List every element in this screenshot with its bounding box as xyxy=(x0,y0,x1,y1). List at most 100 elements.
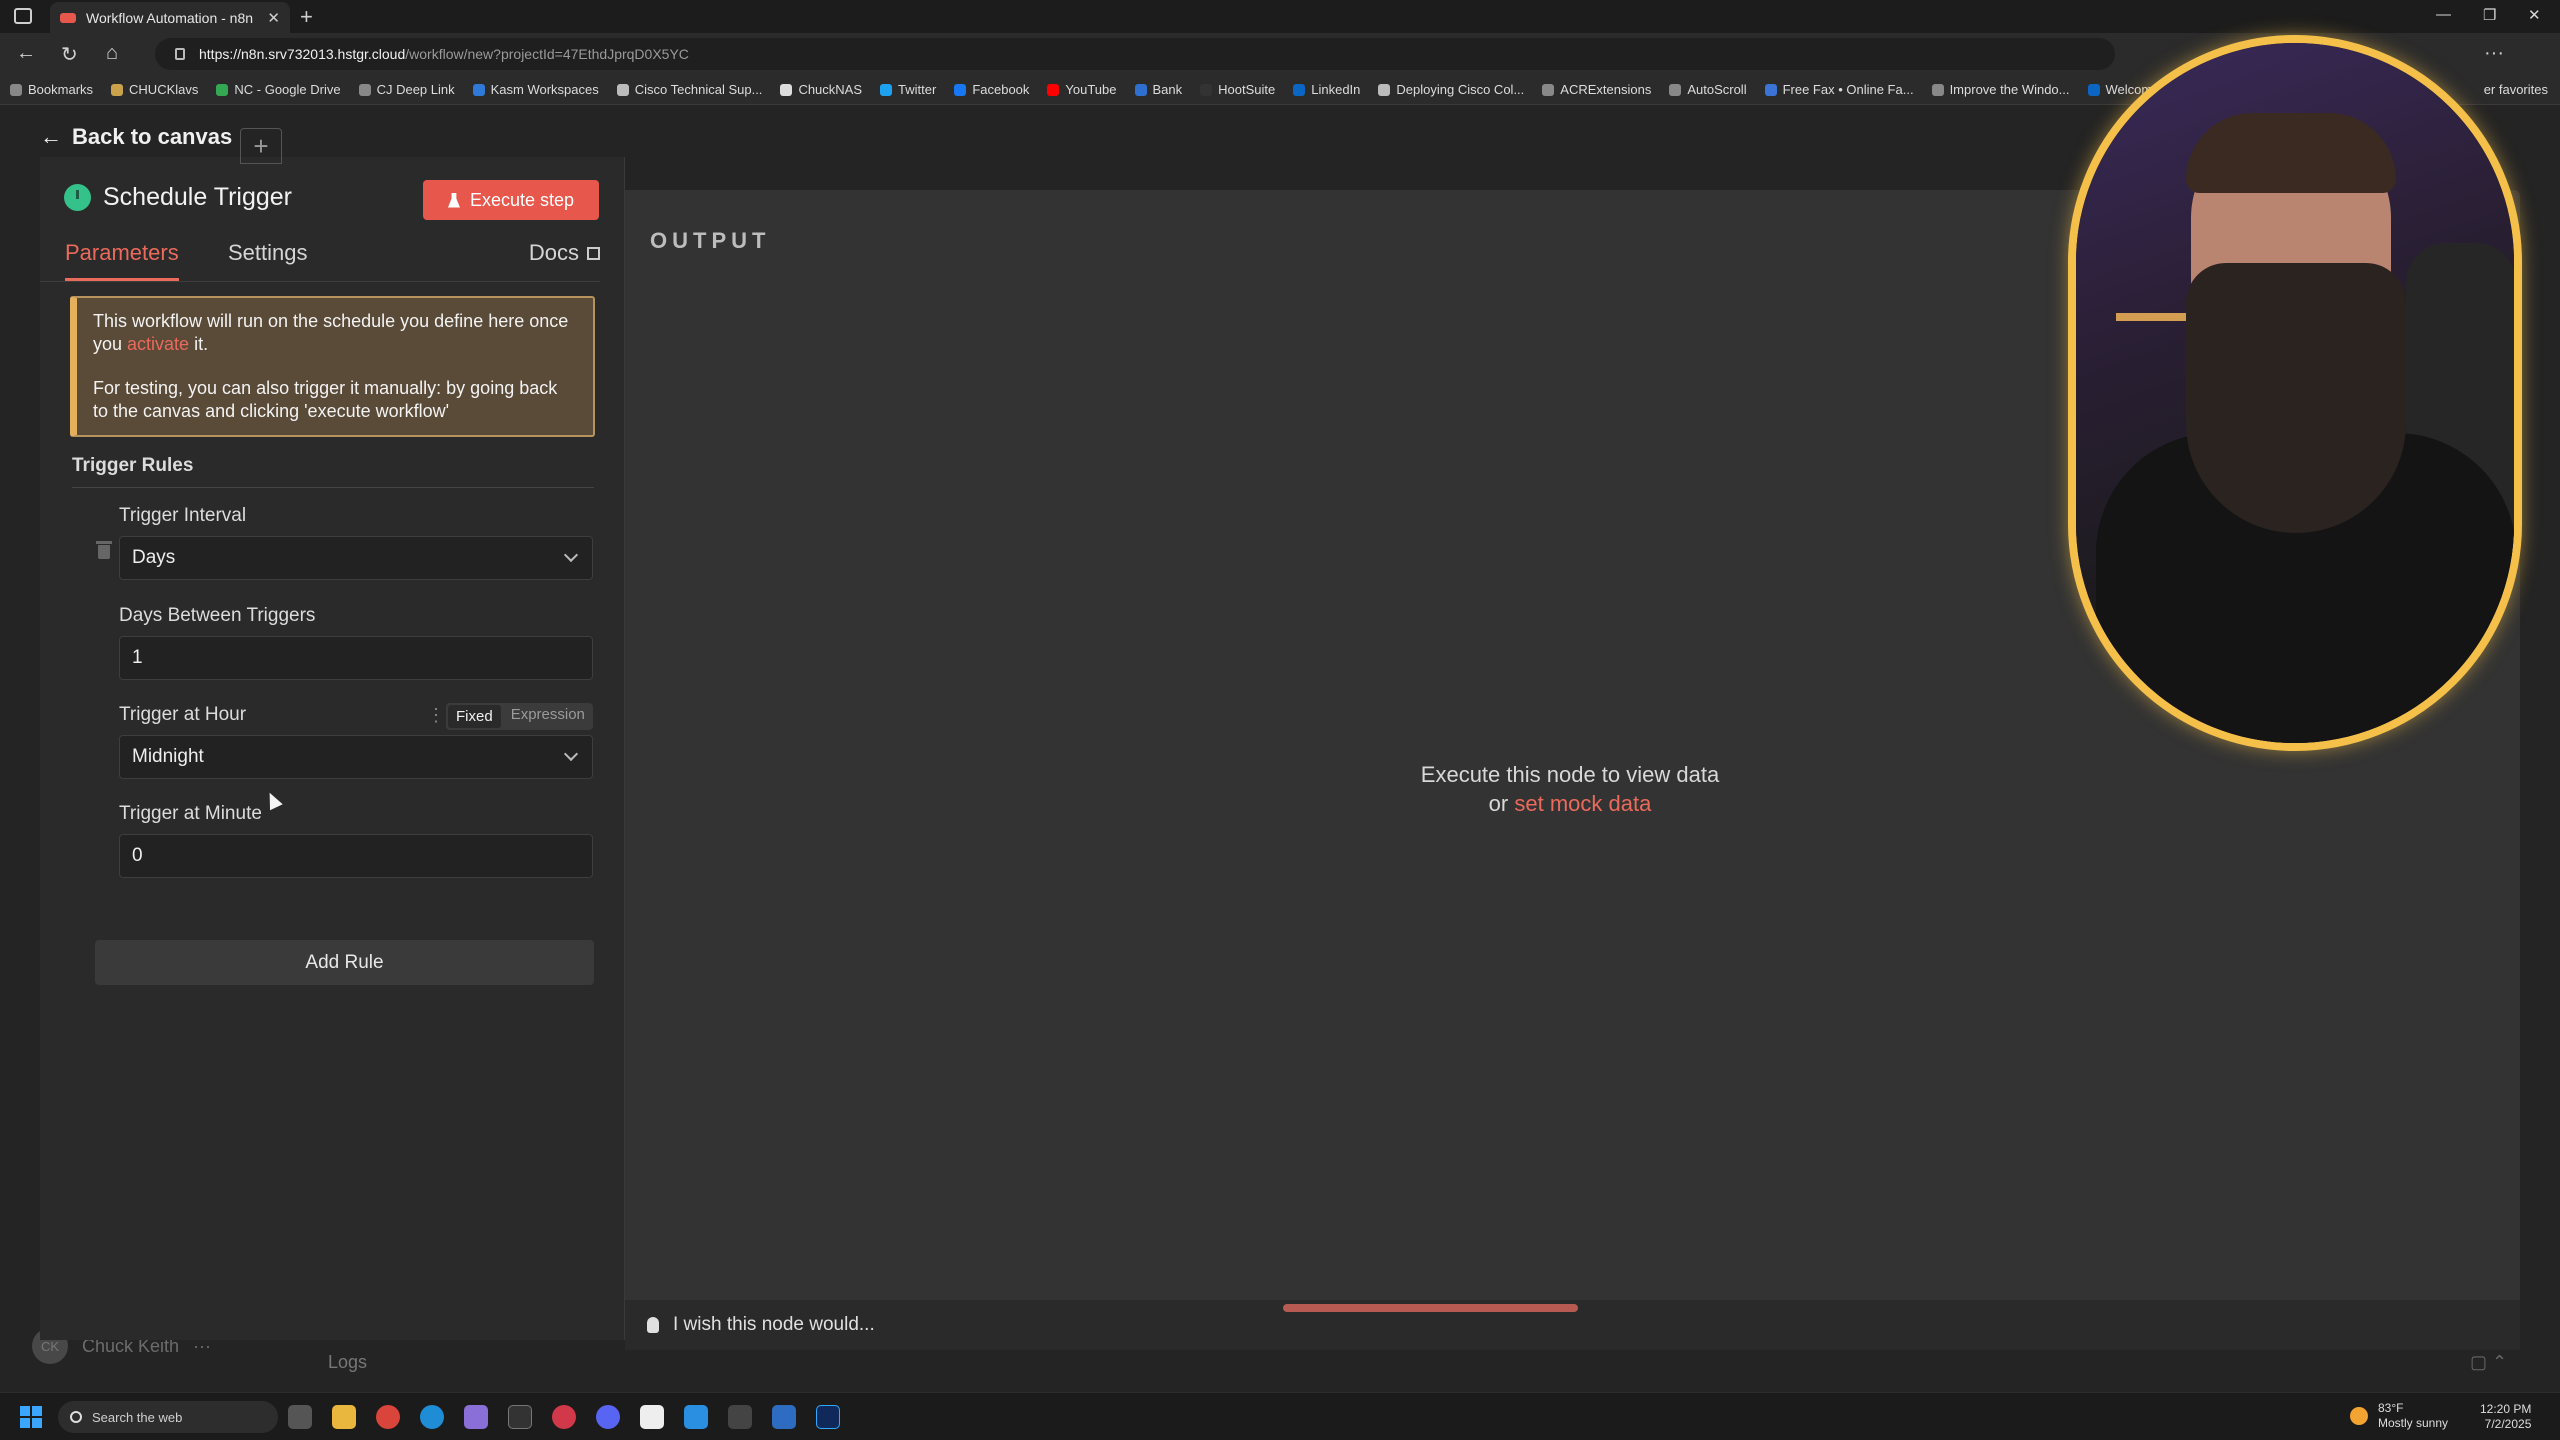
node-title[interactable]: Schedule Trigger xyxy=(103,183,292,212)
clock-icon xyxy=(64,184,91,211)
window-close-icon[interactable]: ✕ xyxy=(2528,6,2541,24)
trigger-interval-select[interactable]: Days xyxy=(119,536,593,580)
bookmark-item[interactable]: Bookmarks xyxy=(10,82,93,97)
bookmark-label: Free Fax • Online Fa... xyxy=(1782,82,1914,97)
bookmark-item[interactable]: HootSuite xyxy=(1200,82,1275,97)
file-explorer-icon[interactable] xyxy=(332,1405,356,1429)
bookmark-label: Improve the Windo... xyxy=(1949,82,2070,97)
bookmark-item[interactable]: Bank xyxy=(1134,82,1183,97)
mode-expression-button[interactable]: Expression xyxy=(503,703,593,730)
grid-app-icon[interactable] xyxy=(772,1405,796,1429)
bookmark-item[interactable]: NC - Google Drive xyxy=(216,82,341,97)
trigger-at-minute-input[interactable]: 0 xyxy=(119,834,593,878)
bookmark-label: ChuckNAS xyxy=(798,82,863,97)
terminal-icon[interactable] xyxy=(508,1405,532,1429)
days-between-triggers-label: Days Between Triggers xyxy=(119,605,316,626)
panel-drag-handle[interactable] xyxy=(1283,1304,1578,1312)
page-icon xyxy=(1378,83,1391,96)
vscode-icon[interactable] xyxy=(684,1405,708,1429)
days-between-triggers-value: 1 xyxy=(132,647,143,668)
mode-fixed-button[interactable]: Fixed xyxy=(448,705,501,728)
slack-icon[interactable] xyxy=(552,1405,576,1429)
activate-link[interactable]: activate xyxy=(127,334,189,354)
bookmark-item[interactable]: Twitter xyxy=(880,82,936,97)
search-icon xyxy=(70,1411,82,1423)
weather-widget[interactable]: 83°F Mostly sunny xyxy=(2350,1401,2448,1431)
trigger-at-hour-value: Midnight xyxy=(132,746,204,767)
execute-step-button[interactable]: Execute step xyxy=(423,180,599,220)
days-between-triggers-input[interactable]: 1 xyxy=(119,636,593,680)
bookmark-label: CJ Deep Link xyxy=(376,82,455,97)
tab-settings[interactable]: Settings xyxy=(228,240,308,266)
output-title: OUTPUT xyxy=(650,228,771,253)
sidebar-toggle-icon[interactable] xyxy=(14,8,32,24)
discord-icon[interactable] xyxy=(596,1405,620,1429)
logs-label[interactable]: Logs xyxy=(328,1352,367,1373)
clock-date: 7/2/2025 xyxy=(2484,1417,2532,1431)
minimize-icon[interactable]: — xyxy=(2436,6,2451,23)
address-bar[interactable]: https://n8n.srv732013.hstgr.cloud/workfl… xyxy=(155,38,2115,70)
linkedin-icon xyxy=(1293,83,1306,96)
trigger-at-hour-select[interactable]: Midnight xyxy=(119,735,593,779)
globe-icon xyxy=(1669,83,1682,96)
tab-docs[interactable]: Docs xyxy=(529,240,600,266)
home-icon[interactable]: ⌂ xyxy=(106,42,118,65)
bookmark-item[interactable]: CJ Deep Link xyxy=(358,82,455,97)
add-node-icon[interactable]: + xyxy=(240,128,282,164)
bookmark-item[interactable]: Deploying Cisco Col... xyxy=(1378,82,1524,97)
app-icon[interactable] xyxy=(728,1405,752,1429)
lightbulb-icon xyxy=(647,1317,659,1333)
node-header: Schedule Trigger xyxy=(64,183,292,212)
notice-testing-text: For testing, you can also trigger it man… xyxy=(93,378,558,421)
output-or: or xyxy=(1488,791,1515,816)
bookmark-label: Bank xyxy=(1152,82,1183,97)
back-to-canvas-link[interactable]: ← Back to canvas xyxy=(40,124,232,150)
bookmark-item[interactable]: Kasm Workspaces xyxy=(472,82,599,97)
browser-tab-active[interactable]: Workflow Automation - n8n ✕ xyxy=(50,2,290,33)
bookmark-item[interactable]: ACRExtensions xyxy=(1542,82,1651,97)
app-icon[interactable] xyxy=(464,1405,488,1429)
bookmark-item[interactable]: Facebook xyxy=(954,82,1029,97)
bookmark-item[interactable]: CHUCKlavs xyxy=(111,82,198,97)
bookmark-label: AutoScroll xyxy=(1687,82,1747,97)
bookmark-item[interactable]: ChuckNAS xyxy=(780,82,862,97)
tab-parameters[interactable]: Parameters xyxy=(65,240,179,281)
fax-icon xyxy=(1764,83,1777,96)
bookmark-label: Facebook xyxy=(972,82,1030,97)
reload-icon[interactable]: ↻ xyxy=(61,42,78,67)
page-icon xyxy=(616,83,629,96)
chrome-icon[interactable] xyxy=(376,1405,400,1429)
twitter-icon xyxy=(880,83,893,96)
notion-icon[interactable] xyxy=(640,1405,664,1429)
add-rule-button[interactable]: Add Rule xyxy=(95,940,594,985)
bookmark-item[interactable]: Cisco Technical Sup... xyxy=(616,82,762,97)
delete-rule-icon[interactable] xyxy=(96,541,112,559)
task-view-icon[interactable] xyxy=(288,1405,312,1429)
windows-start-icon[interactable] xyxy=(20,1406,42,1428)
bookmark-item[interactable]: LinkedIn xyxy=(1293,82,1360,97)
notice-text-end: it. xyxy=(189,334,209,354)
bookmark-item[interactable]: YouTube xyxy=(1047,82,1117,97)
bookmark-label: ACRExtensions xyxy=(1560,82,1652,97)
tab-close-icon[interactable]: ✕ xyxy=(267,9,280,27)
set-mock-data-link[interactable]: set mock data xyxy=(1514,791,1651,816)
lock-icon xyxy=(175,48,185,60)
webcam-person-beard xyxy=(2186,263,2406,533)
logs-expand-icon[interactable]: ▢ ⌃ xyxy=(2470,1352,2507,1373)
execute-step-label: Execute step xyxy=(469,189,575,210)
weather-desc: Mostly sunny xyxy=(2378,1416,2449,1430)
new-tab-icon[interactable]: + xyxy=(300,4,313,30)
bookmark-item[interactable]: Improve the Windo... xyxy=(1931,82,2070,97)
n8n-favicon-icon xyxy=(60,12,76,23)
field-options-icon[interactable]: ⋮ xyxy=(427,705,445,726)
trigger-at-hour-label: Trigger at Hour xyxy=(119,704,247,725)
back-arrow-icon[interactable]: ← xyxy=(16,42,36,65)
bookmark-item[interactable]: AutoScroll xyxy=(1669,82,1747,97)
restore-icon[interactable]: ❐ xyxy=(2483,6,2496,24)
taskbar-clock[interactable]: 12:20 PM 7/2/2025 xyxy=(2480,1402,2531,1432)
bookmark-item[interactable]: Free Fax • Online Fa... xyxy=(1764,82,1914,97)
photoshop-icon[interactable] xyxy=(816,1405,840,1429)
taskbar-search[interactable]: Search the web xyxy=(58,1401,278,1433)
edge-icon[interactable] xyxy=(420,1405,444,1429)
output-message: Execute this node to view data xyxy=(1420,762,1720,787)
